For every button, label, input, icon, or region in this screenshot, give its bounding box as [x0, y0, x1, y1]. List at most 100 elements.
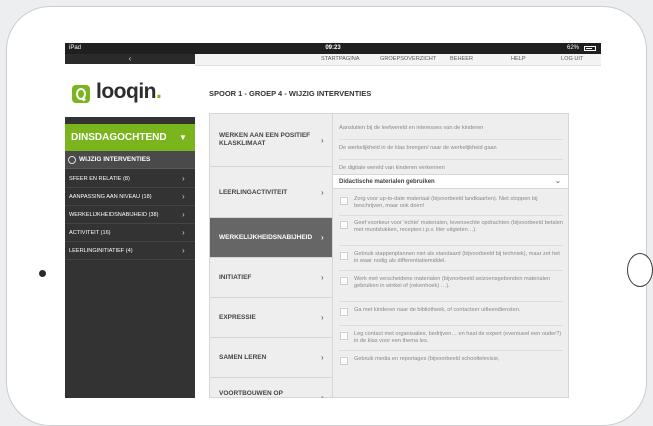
- checkbox[interactable]: [340, 252, 348, 260]
- chevron-right-icon: ›: [321, 353, 324, 362]
- category-samen-leren[interactable]: SAMEN LEREN ›: [210, 338, 332, 378]
- sidebar-item-label: SFEER EN RELATIE (8): [69, 176, 130, 182]
- category-leerlingactiviteit[interactable]: LEERLINGACTIVITEIT ›: [210, 167, 332, 218]
- checkbox-label: Ga met kinderen naar de bibliotheek, of …: [354, 307, 521, 313]
- chevron-right-icon: ›: [321, 393, 324, 398]
- checkbox-item[interactable]: Zorg voor up-to-date materiaal (bijvoorb…: [339, 196, 565, 210]
- nav-help[interactable]: HELP: [511, 56, 526, 62]
- logo[interactable]: looqin.: [65, 64, 195, 117]
- nav-beheer[interactable]: BEHEER: [450, 56, 473, 62]
- sidebar-item-label: AANPASSING AAN NIVEAU (18): [69, 194, 152, 200]
- checkbox[interactable]: [340, 277, 348, 285]
- chevron-right-icon: ›: [321, 233, 324, 242]
- sidebar-item-werkelijkheid[interactable]: WERKELIJKHEIDSNABIJHEID (38) ›: [65, 206, 195, 224]
- sidebar-item-label: ACTIVITEIT (16): [69, 230, 111, 236]
- logo-text: looqin.: [96, 80, 162, 103]
- chevron-right-icon: ›: [321, 313, 324, 322]
- divider: [339, 159, 563, 160]
- chevron-right-icon: ›: [182, 192, 185, 201]
- checkbox[interactable]: [340, 197, 348, 205]
- checkbox-label: Leg contact met organisaties, bedrijven……: [354, 331, 562, 344]
- option-digitale-wereld[interactable]: De digitale wereld van kinderen verkenne…: [339, 165, 567, 172]
- chevron-right-icon: ›: [321, 187, 324, 197]
- checkbox-item[interactable]: Gebruik media en reportages (bijvoorbeel…: [339, 356, 565, 365]
- checkbox[interactable]: [340, 308, 348, 316]
- intervention-options: Aansluiten bij de leefwereld en interess…: [333, 113, 569, 398]
- category-initiatief[interactable]: INITIATIEF ›: [210, 258, 332, 298]
- chevron-right-icon: ›: [321, 135, 324, 145]
- magnifier-logo-icon: [72, 85, 90, 103]
- checkbox[interactable]: [340, 221, 348, 229]
- divider: [339, 139, 563, 140]
- chevron-right-icon: ›: [182, 210, 185, 219]
- checkbox-item[interactable]: Ga met kinderen naar de bibliotheek, of …: [339, 307, 565, 316]
- checkbox-item[interactable]: Werk met verscheidene materialen (bijvoo…: [339, 276, 565, 290]
- nav-groepsoverzicht[interactable]: GROEPSOVERZICHT: [380, 56, 436, 62]
- nav-startpagina[interactable]: STARTPAGINA: [321, 56, 360, 62]
- sidebar-item-label: LEERLINGINITIATIEF (4): [69, 248, 133, 254]
- checkbox[interactable]: [340, 332, 348, 340]
- checkbox-item[interactable]: Geef voorkeur voor 'echte' materialen, l…: [339, 220, 565, 234]
- nav-log-uit[interactable]: LOG UIT: [561, 56, 583, 62]
- home-button[interactable]: [627, 253, 653, 287]
- ipad-frame: iPad 09:23 62% ‹ looqin. DINSDAGOCHTEND …: [6, 6, 653, 426]
- sidebar-item-label: WERKELIJKHEIDSNABIJHEID (38): [69, 212, 159, 218]
- page-title: SPOOR 1 - GROEP 4 - WIJZIG INTERVENTIES: [209, 89, 372, 98]
- checkbox-label: Werk met verscheidene materialen (bijvoo…: [354, 276, 551, 289]
- clock: 09:23: [325, 45, 341, 51]
- sidebar-item-aanpassing[interactable]: AANPASSING AAN NIVEAU (18) ›: [65, 188, 195, 206]
- caret-down-icon: ▼: [179, 133, 187, 142]
- category-label: WERKEN AAN EEN POSITIEF KLASKLIMAAT: [219, 132, 311, 147]
- checkbox[interactable]: [340, 357, 348, 365]
- back-arrow-icon[interactable]: ‹: [129, 54, 132, 63]
- checkbox-item[interactable]: Leg contact met organisaties, bedrijven……: [339, 331, 565, 345]
- category-label: WERKELIJKHEIDSNABIJHEID: [219, 234, 313, 241]
- category-label: INITIATIEF: [219, 274, 252, 281]
- day-dropdown[interactable]: DINSDAGOCHTEND ▼: [65, 124, 195, 151]
- chevron-right-icon: ›: [182, 228, 185, 237]
- sidebar: ‹ looqin. DINSDAGOCHTEND ▼ WIJZIG INTERV…: [65, 54, 195, 398]
- top-navigation: STARTPAGINA GROEPSOVERZICHT BEHEER HELP …: [195, 54, 601, 66]
- category-klasklimaat[interactable]: WERKEN AAN EEN POSITIEF KLASKLIMAAT ›: [210, 114, 332, 167]
- category-expressie[interactable]: EXPRESSIE ›: [210, 298, 332, 338]
- camera-icon: [39, 270, 46, 277]
- status-bar: iPad 09:23 62%: [65, 43, 601, 54]
- checkbox-label: Zorg voor up-to-date materiaal (bijvoorb…: [354, 196, 538, 209]
- screen: iPad 09:23 62% ‹ looqin. DINSDAGOCHTEND …: [65, 43, 601, 398]
- checkbox-label: Geef voorkeur voor 'echte' materialen, l…: [354, 220, 563, 233]
- divider: [339, 325, 563, 326]
- sidebar-item-activiteit[interactable]: ACTIVITEIT (16) ›: [65, 224, 195, 242]
- divider: [339, 301, 563, 302]
- chevron-down-icon: ⌄: [555, 178, 561, 185]
- option-leefwereld[interactable]: Aansluiten bij de leefwereld en interess…: [339, 125, 567, 132]
- checkbox-item[interactable]: Gebruik stappenplannen niet als standaar…: [339, 251, 565, 265]
- category-label: SAMEN LEREN: [219, 354, 267, 361]
- edit-circle-icon: [68, 156, 76, 164]
- checkbox-label: Gebruik stappenplannen niet als standaar…: [354, 251, 560, 264]
- battery-icon: [584, 46, 596, 51]
- sidebar-item-initiatief[interactable]: LEERLINGINITIATIEF (4) ›: [65, 242, 195, 260]
- sidebar-back-bar[interactable]: ‹: [65, 54, 195, 64]
- expanded-option-label: Didactische materialen gebruiken: [339, 179, 435, 185]
- current-section-label: WIJZIG INTERVENTIES: [79, 156, 151, 163]
- sidebar-item-sfeer[interactable]: SFEER EN RELATIE (8) ›: [65, 170, 195, 188]
- category-label: EXPRESSIE: [219, 314, 256, 321]
- current-section[interactable]: WIJZIG INTERVENTIES: [65, 151, 195, 169]
- category-list: WERKEN AAN EEN POSITIEF KLASKLIMAAT › LEE…: [209, 113, 333, 398]
- category-werkelijkheidsnabijheid[interactable]: WERKELIJKHEIDSNABIJHEID ›: [210, 218, 332, 258]
- chevron-right-icon: ›: [182, 246, 185, 255]
- option-didactische-materialen[interactable]: Didactische materialen gebruiken ⌄: [333, 174, 568, 189]
- day-label: DINSDAGOCHTEND: [71, 132, 167, 143]
- battery-percent: 62%: [566, 45, 579, 51]
- chevron-right-icon: ›: [321, 273, 324, 282]
- divider: [339, 270, 563, 271]
- divider: [339, 215, 563, 216]
- divider: [339, 350, 563, 351]
- category-label: LEERLINGACTIVITEIT: [219, 188, 288, 196]
- divider: [339, 245, 563, 246]
- sidebar-list: SFEER EN RELATIE (8) › AANPASSING AAN NIV…: [65, 170, 195, 260]
- category-voortbouwen[interactable]: VOORTBOUWEN OP MOGELIJKHEDEN›: [210, 378, 332, 399]
- chevron-right-icon: ›: [182, 174, 185, 183]
- option-werkelijkheid-klas[interactable]: De werkelijkheid in de klas brengen/ naa…: [339, 145, 567, 152]
- checkbox-label: Gebruik media en reportages (bijvoorbeel…: [354, 356, 500, 362]
